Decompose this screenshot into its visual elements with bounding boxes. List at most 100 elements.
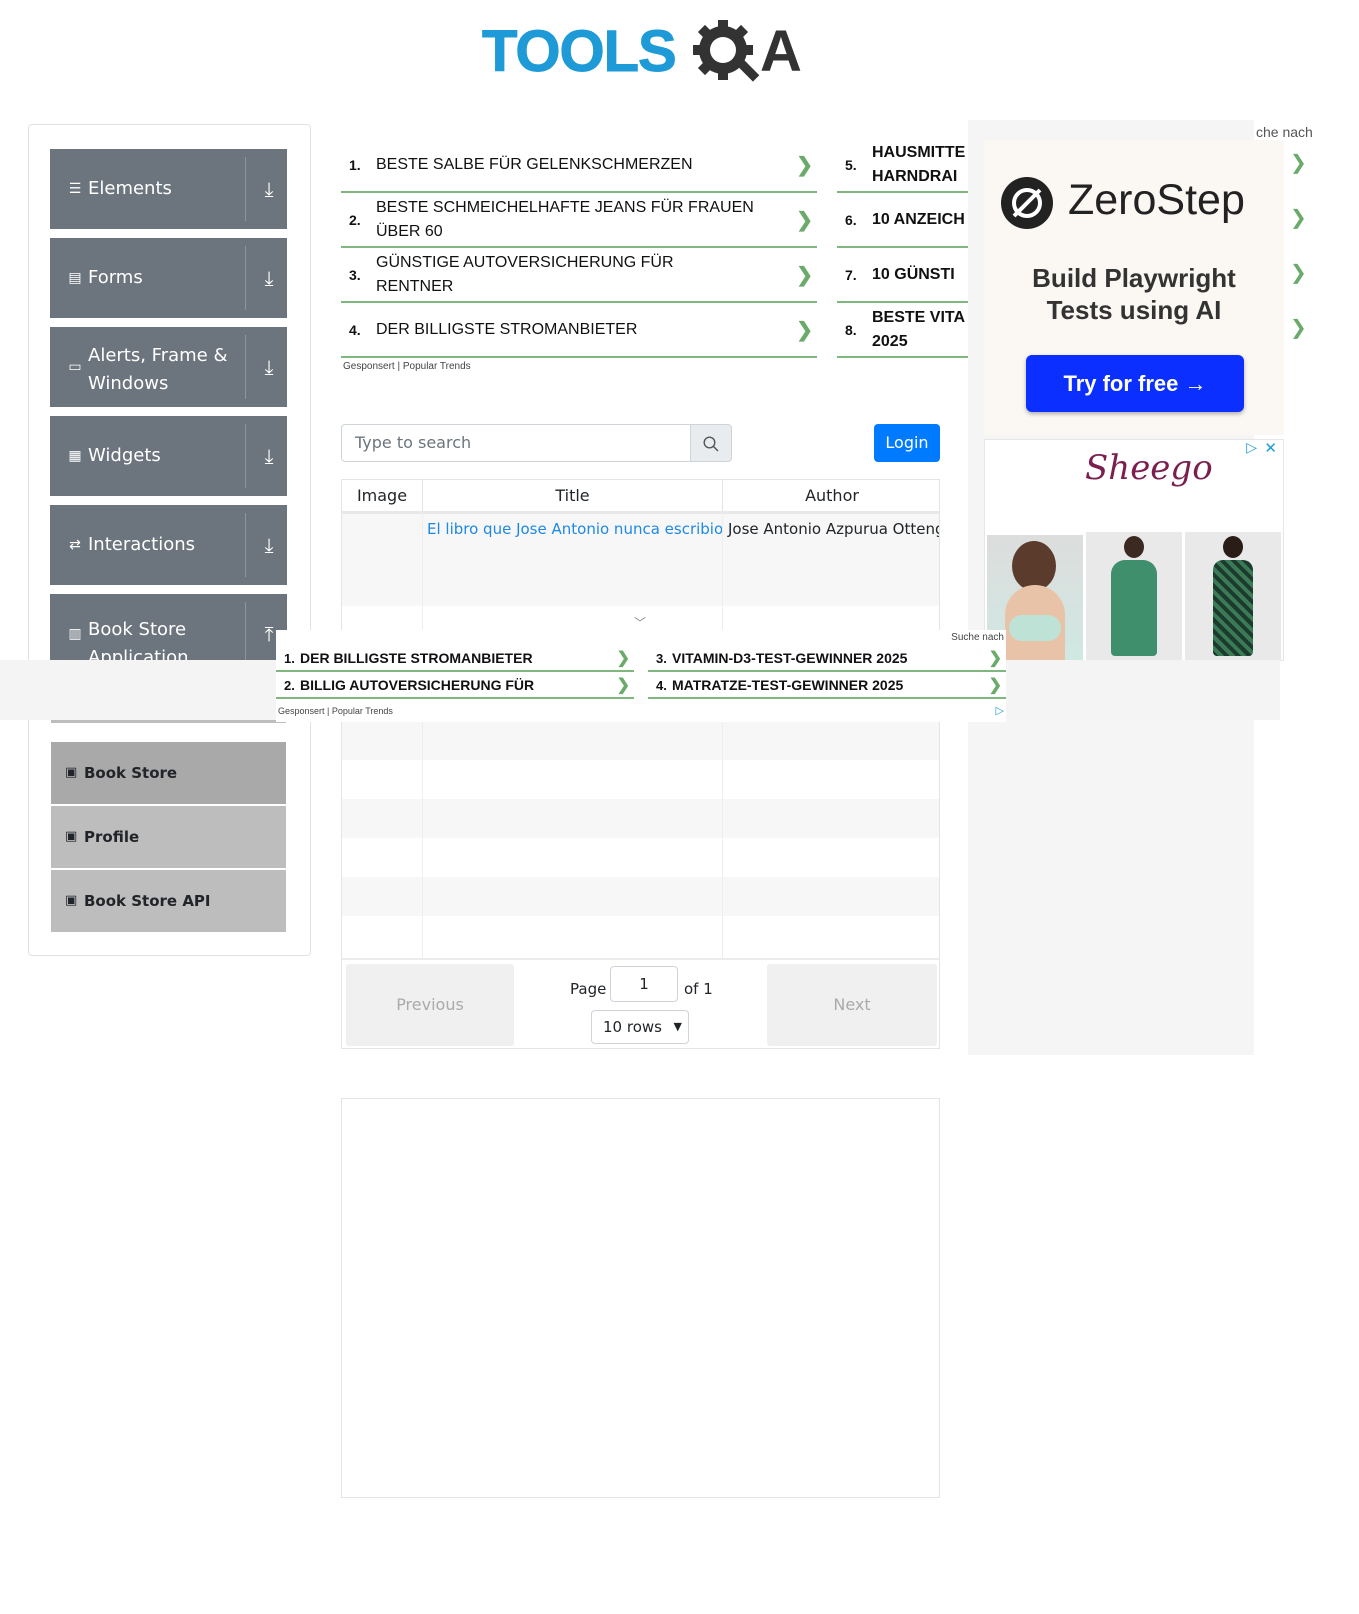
chevron-down-icon: ▼ (673, 1020, 682, 1033)
ad-search-label: che nach (1256, 124, 1313, 140)
chevron-right-icon: ❯ (796, 154, 813, 176)
logo-text-tools: TOOLS (482, 19, 678, 84)
sidebar-group-label: Forms (88, 267, 143, 288)
table-row: El libro que Jose Antonio nunca escribio… (342, 514, 940, 606)
chevron-right-icon: ❯ (1290, 150, 1307, 174)
expand-icon: ⤓ (264, 444, 274, 468)
column-header-author[interactable]: Author (723, 480, 939, 512)
ad-link[interactable]: 2. BILLIG AUTOVERSICHERUNG FÜR ❯ (276, 673, 634, 699)
product-image[interactable] (1086, 532, 1182, 661)
document-icon: ▤ (68, 270, 82, 286)
widgets-icon: ▦ (68, 448, 82, 464)
adchoices-icon[interactable]: ▷ (996, 704, 1004, 717)
ad-link[interactable]: 3. GÜNSTIGE AUTOVERSICHERUNG FÜR RENTNER… (341, 248, 817, 303)
book-author: Jose Antonio Azpurua Ottengo (728, 520, 940, 538)
sponsored-ad-list-right: 5. HAUSMITTE HARNDRAI 6. 10 ANZEICH 7. 1… (837, 138, 977, 378)
expand-icon: ⤓ (264, 355, 274, 379)
sidebar-group-label: Book Store Application (88, 619, 189, 664)
window-icon: ▭ (68, 359, 82, 375)
sidebar-group-label: Alerts, Frame & Windows (88, 345, 228, 394)
sidebar-group-interactions[interactable]: ⇄ Interactions ⤓ (50, 505, 287, 585)
login-button[interactable]: Login (874, 424, 940, 462)
ad-link[interactable]: 4. MATRATZE-TEST-GEWINNER 2025 ❯ (648, 673, 1006, 699)
ad-link[interactable]: 1. BESTE SALBE FÜR GELENKSCHMERZEN ❯ (341, 138, 817, 193)
chevron-right-icon: ❯ (796, 264, 813, 286)
search-input[interactable]: Type to search (341, 424, 692, 462)
ad-link[interactable]: 7. 10 GÜNSTI (837, 248, 977, 303)
sidebar-group-book-store-application[interactable]: ▥ Book Store Application ⤒ (50, 594, 287, 664)
next-button[interactable]: Next (767, 964, 937, 1046)
previous-button[interactable]: Previous (346, 964, 514, 1046)
expand-icon: ⤓ (264, 266, 274, 290)
ad-link[interactable]: 4. DER BILLIGSTE STROMANBIETER ❯ (341, 303, 817, 358)
table-row (342, 916, 939, 958)
chevron-right-icon: ❯ (1290, 260, 1307, 284)
ad-link[interactable]: 8. BESTE VITA 2025 (837, 303, 977, 358)
expand-icon: ⤓ (264, 177, 274, 201)
product-image[interactable] (1185, 532, 1281, 661)
sponsored-ad-list: 1. BESTE SALBE FÜR GELENKSCHMERZEN ❯ 2. … (341, 138, 817, 378)
sidebar-group-forms[interactable]: ▤ Forms ⤓ (50, 238, 287, 318)
table-row (342, 799, 939, 838)
table-row (342, 760, 939, 799)
sidebar-group-elements[interactable]: ☰ Elements ⤓ (50, 149, 287, 229)
ad-link[interactable]: 6. 10 ANZEICH (837, 193, 977, 248)
sidebar-group-widgets[interactable]: ▦ Widgets ⤓ (50, 416, 287, 496)
sidebar-group-label: Elements (88, 178, 172, 199)
interactions-icon: ⇄ (69, 537, 81, 553)
rows-per-page-select[interactable]: 10 rows ▼ (591, 1010, 689, 1044)
sheego-logo: Sheego (1085, 448, 1213, 488)
book-title-link[interactable]: El libro que Jose Antonio nunca escribio (427, 520, 723, 538)
chevron-right-icon: ❯ (616, 677, 630, 694)
sidebar-group-alerts[interactable]: ▭ Alerts, Frame & Windows ⤓ (50, 327, 287, 407)
ad-search-label: Suche nach (951, 632, 1004, 643)
books-icon: ▥ (68, 626, 82, 642)
zerostep-ad[interactable]: ZeroStep Build Playwright Tests using AI… (984, 140, 1284, 435)
ad-link[interactable]: 2. BESTE SCHMEICHELHAFTE JEANS FÜR FRAUE… (341, 193, 817, 248)
zerostep-headline: Build Playwright Tests using AI (1032, 263, 1236, 325)
sheego-ad[interactable]: ▷ ✕ Sheego (984, 439, 1284, 661)
column-header-title[interactable]: Title (423, 480, 723, 512)
ad-link[interactable]: 5. HAUSMITTE HARNDRAI (837, 138, 977, 193)
table-row (342, 877, 939, 916)
page-label: Page (570, 980, 607, 998)
search-button[interactable] (690, 424, 732, 462)
sidebar-group-label: Widgets (88, 445, 161, 466)
sidebar-item-profile[interactable]: ▣ Profile (51, 806, 286, 868)
sidebar: ☰ Elements ⤓ ▤ Forms ⤓ ▭ Alerts, Frame &… (28, 124, 311, 956)
toolsqa-logo[interactable]: TOOLS A (482, 16, 806, 96)
sidebar-item-book-store[interactable]: ▣ Book Store (51, 742, 286, 804)
expand-icon: ⤓ (264, 533, 274, 557)
ad-sponsored-label: Gesponsert | Popular Trends (278, 706, 393, 716)
chevron-right-icon: ❯ (616, 650, 630, 667)
chevron-right-icon: ❯ (988, 677, 1002, 694)
gear-magnifier-icon (693, 20, 760, 82)
sidebar-item-book-store-api[interactable]: ▣ Book Store API (51, 870, 286, 932)
html5-icon: ▣ (65, 765, 78, 780)
sidebar-group-label: Interactions (88, 534, 196, 555)
chevron-down-icon: ﹀ (634, 616, 647, 630)
books-table: Image Title Author El libro que Jose Ant… (341, 479, 940, 1049)
chevron-right-icon: ❯ (988, 650, 1002, 667)
chevron-right-icon: ❯ (1290, 315, 1307, 339)
ad-link[interactable]: 3. VITAMIN-D3-TEST-GEWINNER 2025 ❯ (648, 646, 1006, 672)
page-number-input[interactable]: 1 (610, 966, 678, 1002)
chevron-right-icon: ❯ (1290, 205, 1307, 229)
chevron-right-icon: ❯ (796, 209, 813, 231)
ad-link[interactable]: 1. DER BILLIGSTE STROMANBIETER ❯ (276, 646, 634, 672)
ad-sponsored-label: Gesponsert | Popular Trends (343, 361, 471, 372)
try-for-free-button[interactable]: Try for free → (1026, 355, 1244, 412)
menu-icon: ☰ (68, 181, 82, 197)
close-icon[interactable]: ✕ (1264, 439, 1277, 457)
logo-text-a: A (760, 19, 802, 84)
html5-icon: ▣ (65, 893, 78, 908)
search-icon (703, 436, 719, 452)
sticky-ad-list: Suche nach 1. DER BILLIGSTE STROMANBIETE… (276, 630, 1006, 722)
content-placeholder-box (341, 1098, 940, 1498)
html5-icon: ▣ (65, 829, 78, 844)
column-header-image[interactable]: Image (342, 480, 423, 512)
adchoices-icon[interactable]: ▷ (1246, 440, 1257, 456)
table-row (342, 720, 939, 760)
page-total: of 1 (684, 980, 713, 998)
zerostep-brand: ZeroStep (1068, 176, 1245, 224)
